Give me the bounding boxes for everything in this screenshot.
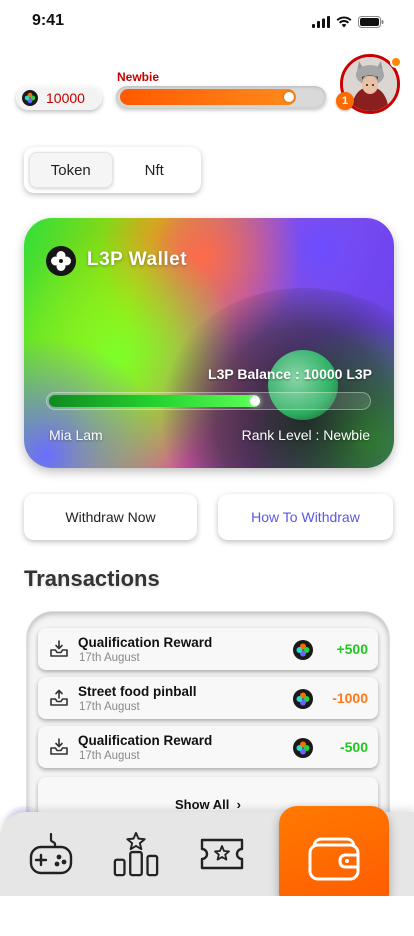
transaction-amount: -1000 — [332, 690, 368, 706]
clover-logo-icon — [46, 246, 76, 276]
rank-label: Newbie — [117, 70, 160, 84]
gamepad-icon — [29, 832, 73, 875]
xp-progress-fill — [120, 89, 296, 105]
clover-coin-icon — [22, 90, 38, 106]
transaction-date: 17th August — [79, 750, 140, 762]
list-item[interactable]: Qualification Reward 17th August +500 — [38, 628, 378, 670]
ticket-icon — [200, 838, 244, 870]
home-indicator-area — [0, 896, 414, 936]
wallet-owner-name: Mia Lam — [49, 427, 103, 443]
wallet-rank-level: Rank Level : Newbie — [241, 427, 370, 443]
wallet-progress-fill — [49, 395, 260, 407]
inbox-download-icon — [50, 738, 68, 755]
asset-type-toggle: Token Nft — [24, 147, 201, 193]
wallet-progress-knob — [249, 396, 260, 406]
inbox-download-icon — [50, 640, 68, 657]
wallet-card: L3P Wallet L3P Balance : 10000 L3P Mia L… — [24, 218, 394, 468]
level-badge: 1 — [336, 92, 354, 110]
status-bar: 9:41 — [0, 0, 414, 44]
transaction-date: 17th August — [79, 652, 140, 664]
status-time: 9:41 — [32, 12, 65, 29]
wallet-title: L3P Wallet — [87, 249, 188, 270]
clover-coin-icon — [293, 738, 313, 758]
battery-icon — [358, 16, 384, 28]
show-all-label: Show All — [175, 797, 230, 812]
wallet-balance: L3P Balance : 10000 L3P — [208, 366, 372, 382]
transaction-title: Qualification Reward — [78, 635, 213, 650]
transaction-amount: -500 — [339, 739, 368, 755]
nav-games[interactable] — [27, 828, 75, 880]
wifi-icon — [336, 16, 352, 28]
transaction-amount: +500 — [336, 641, 368, 657]
tab-nft[interactable]: Nft — [113, 152, 197, 188]
leaderboard-icon — [113, 831, 159, 877]
transactions-heading: Transactions — [24, 566, 160, 591]
xp-progress-knob — [283, 92, 294, 102]
clover-coin-icon — [293, 640, 313, 660]
transaction-title: Qualification Reward — [78, 733, 213, 748]
coin-balance: 10000 — [46, 90, 85, 106]
profile-avatar-button[interactable]: 1 — [336, 54, 402, 114]
status-icons — [312, 16, 384, 28]
nav-leaderboard[interactable] — [112, 828, 160, 880]
transaction-title: Street food pinball — [78, 684, 197, 699]
chevron-right-icon: › — [233, 797, 241, 812]
cellular-signal-icon — [312, 16, 330, 28]
withdraw-now-button[interactable]: Withdraw Now — [24, 494, 197, 540]
tab-token[interactable]: Token — [29, 152, 113, 188]
inbox-upload-icon — [50, 689, 68, 706]
nav-tickets[interactable] — [198, 828, 246, 880]
list-item[interactable]: Qualification Reward 17th August -500 — [38, 726, 378, 768]
how-to-withdraw-button[interactable]: How To Withdraw — [218, 494, 393, 540]
wallet-icon — [308, 837, 360, 880]
xp-progress-bar — [116, 86, 326, 108]
list-item[interactable]: Street food pinball 17th August -1000 — [38, 677, 378, 719]
clover-coin-icon — [293, 689, 313, 709]
wallet-progress-bar — [46, 392, 371, 410]
coin-balance-pill[interactable]: 10000 — [16, 86, 102, 110]
transaction-date: 17th August — [79, 701, 140, 713]
notification-dot — [390, 56, 402, 68]
